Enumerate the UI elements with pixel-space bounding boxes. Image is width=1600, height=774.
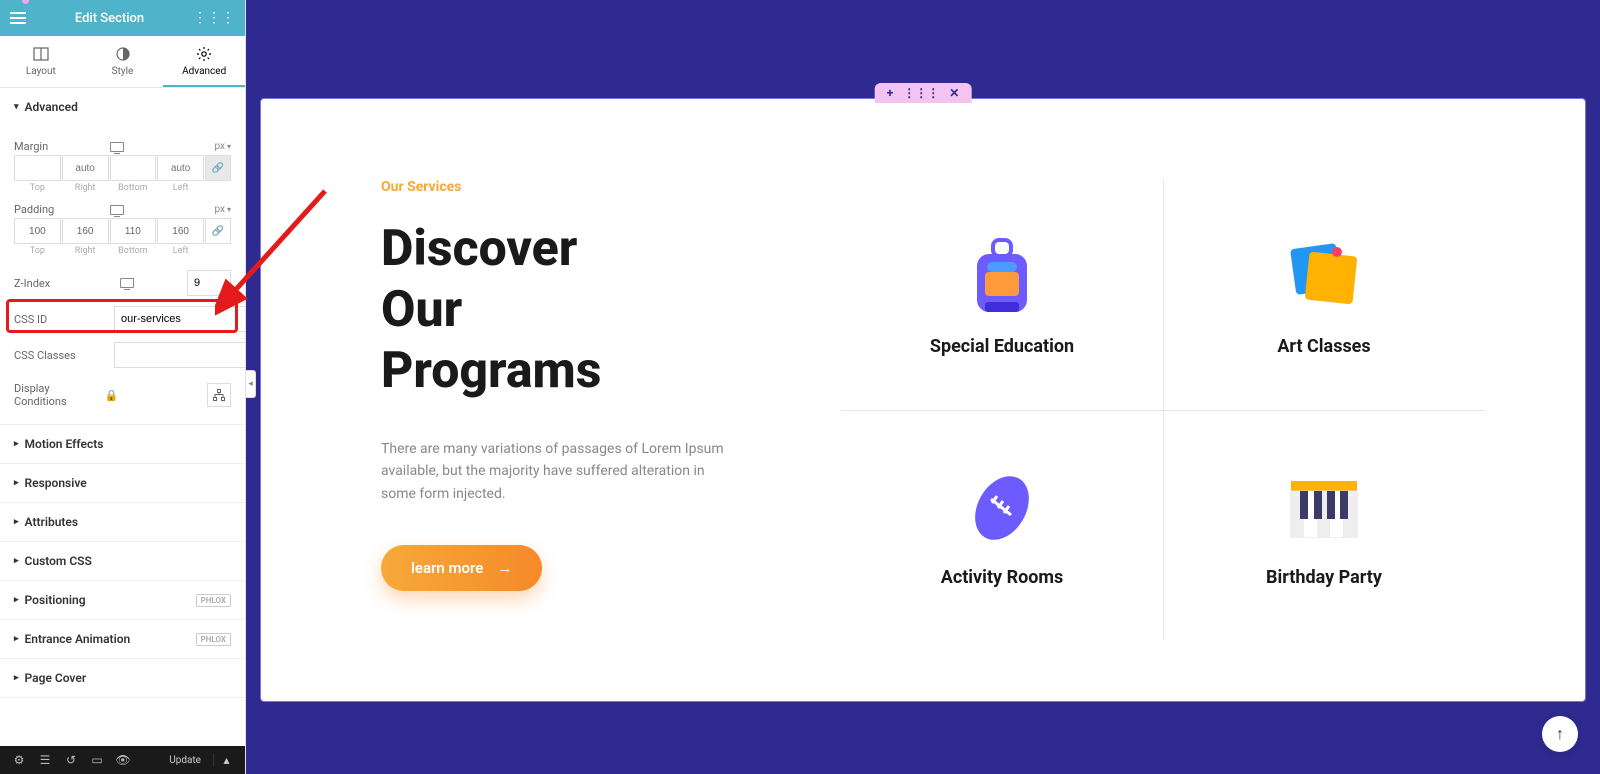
headline-line: Our: [381, 281, 462, 339]
arrow-right-icon: →: [497, 559, 512, 577]
padding-right-input[interactable]: [62, 218, 109, 244]
card-title: Activity Rooms: [941, 567, 1064, 588]
dim-label: Left: [157, 183, 204, 193]
headline-line: Programs: [381, 342, 601, 400]
settings-icon[interactable]: ⚙: [6, 746, 32, 774]
eyebrow-text: Our Services: [381, 179, 801, 195]
history-icon[interactable]: ↺: [58, 746, 84, 774]
tab-layout-label: Layout: [26, 66, 56, 77]
responsive-device-icon[interactable]: [120, 278, 134, 288]
cta-label: learn more: [411, 559, 483, 577]
css-classes-label: CSS Classes: [14, 349, 114, 362]
description-text: There are many variations of passages of…: [381, 438, 741, 505]
margin-label: Margin: [14, 140, 104, 153]
padding-top-input[interactable]: [14, 218, 61, 244]
section-label: Entrance Animation: [25, 632, 131, 646]
margin-left-input[interactable]: [157, 155, 204, 181]
tab-advanced-label: Advanced: [182, 66, 226, 77]
service-card[interactable]: Birthday Party: [1163, 410, 1485, 641]
dim-label: Bottom: [110, 246, 157, 256]
notification-dot-icon: [22, 0, 29, 4]
tabs: Layout Style Advanced: [0, 36, 245, 88]
margin-unit-select[interactable]: px: [214, 141, 231, 152]
tab-advanced[interactable]: Advanced: [163, 36, 245, 87]
dim-label: Right: [62, 183, 109, 193]
tab-style-label: Style: [112, 66, 134, 77]
piano-icon: [1279, 463, 1369, 553]
margin-bottom-input[interactable]: [110, 155, 157, 181]
section-handle: + ⋮⋮⋮ ✕: [875, 83, 972, 103]
service-card[interactable]: Special Education: [841, 179, 1163, 410]
tab-layout[interactable]: Layout: [0, 36, 82, 87]
service-card[interactable]: Art Classes: [1163, 179, 1485, 410]
service-card[interactable]: Activity Rooms: [841, 410, 1163, 641]
badge: PHLOX: [196, 594, 231, 607]
section-label: Positioning: [25, 593, 86, 607]
css-classes-input[interactable]: [114, 342, 245, 368]
sticky-note-icon: [1279, 232, 1369, 322]
panel-header: Edit Section ⋮⋮⋮: [0, 0, 245, 36]
section-custom-css-toggle[interactable]: Custom CSS: [0, 542, 245, 580]
gear-icon: [196, 46, 212, 62]
backpack-icon: [957, 232, 1047, 322]
update-button[interactable]: Update: [157, 755, 213, 766]
collapse-panel-handle[interactable]: ◂: [246, 370, 256, 398]
responsive-device-icon[interactable]: [110, 142, 124, 152]
tab-style[interactable]: Style: [82, 36, 164, 87]
dim-label: Top: [14, 246, 61, 256]
dim-label: Bottom: [110, 183, 157, 193]
padding-bottom-input[interactable]: [110, 218, 157, 244]
save-options-toggle[interactable]: ▴: [213, 753, 239, 767]
headline: Discover Our Programs: [381, 219, 801, 402]
padding-unit-select[interactable]: px: [214, 204, 231, 215]
zindex-label: Z-Index: [14, 277, 114, 290]
padding-label: Padding: [14, 203, 104, 216]
panel-grid-icon[interactable]: ⋮⋮⋮: [193, 10, 235, 26]
badge: PHLOX: [196, 633, 231, 646]
add-section-icon[interactable]: +: [887, 86, 894, 100]
margin-top-input[interactable]: [14, 155, 61, 181]
padding-left-input[interactable]: [157, 218, 204, 244]
delete-section-icon[interactable]: ✕: [949, 86, 959, 100]
css-id-label: CSS ID: [14, 313, 114, 326]
football-icon: [957, 463, 1047, 553]
display-conditions-label: Display Conditions: [14, 382, 99, 408]
padding-link-toggle[interactable]: 🔗: [205, 218, 231, 244]
dim-label: Right: [62, 246, 109, 256]
bottom-bar: ⚙ ☰ ↺ ▭ 👁 Update ▴: [0, 746, 245, 774]
conditions-tree-icon[interactable]: [207, 383, 231, 407]
section-advanced-toggle[interactable]: Advanced: [0, 88, 245, 126]
layout-icon: [33, 46, 49, 62]
navigator-icon[interactable]: ☰: [32, 746, 58, 774]
card-title: Birthday Party: [1266, 567, 1382, 588]
margin-link-toggle[interactable]: 🔗: [205, 155, 231, 181]
card-title: Special Education: [930, 336, 1074, 357]
scroll-to-top-button[interactable]: ↑: [1542, 716, 1578, 752]
selected-section[interactable]: + ⋮⋮⋮ ✕ Our Services Discover Our Progra…: [260, 98, 1586, 702]
canvas[interactable]: + ⋮⋮⋮ ✕ Our Services Discover Our Progra…: [246, 0, 1600, 774]
section-attributes-toggle[interactable]: Attributes: [0, 503, 245, 541]
section-motion-effects-toggle[interactable]: Motion Effects: [0, 425, 245, 463]
section-responsive-toggle[interactable]: Responsive: [0, 464, 245, 502]
responsive-mode-icon[interactable]: ▭: [84, 746, 110, 774]
headline-line: Discover: [381, 220, 577, 278]
dim-label: Left: [157, 246, 204, 256]
preview-icon[interactable]: 👁: [110, 746, 136, 774]
section-positioning-toggle[interactable]: Positioning PHLOX: [0, 581, 245, 619]
style-icon: [115, 46, 131, 62]
responsive-device-icon[interactable]: [110, 205, 124, 215]
css-id-input[interactable]: [114, 306, 245, 332]
card-title: Art Classes: [1277, 336, 1370, 357]
panel-title: Edit Section: [75, 11, 144, 26]
section-page-cover-toggle[interactable]: Page Cover: [0, 659, 245, 697]
margin-right-input[interactable]: [62, 155, 109, 181]
dim-label: Top: [14, 183, 61, 193]
zindex-input[interactable]: [187, 270, 231, 296]
section-entrance-animation-toggle[interactable]: Entrance Animation PHLOX: [0, 620, 245, 658]
edit-section-icon[interactable]: ⋮⋮⋮: [903, 86, 939, 100]
learn-more-button[interactable]: learn more →: [381, 545, 542, 591]
lock-icon: 🔒: [105, 389, 119, 402]
menu-button[interactable]: [10, 12, 26, 24]
